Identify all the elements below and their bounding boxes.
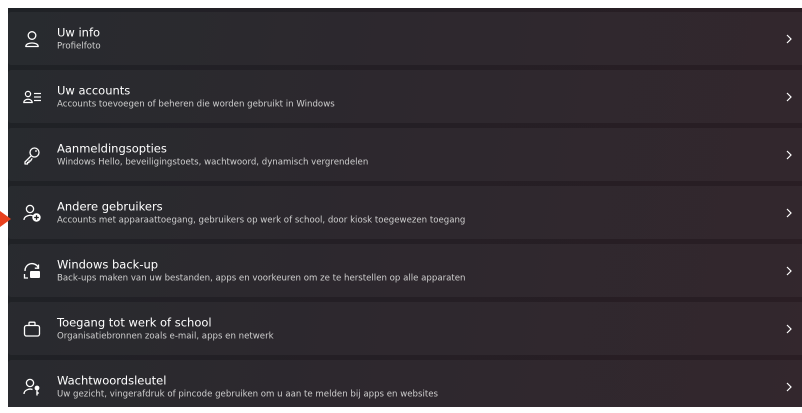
settings-item-title: Uw accounts	[57, 83, 131, 97]
key-icon	[22, 145, 42, 165]
settings-item-title: Toegang tot werk of school	[57, 315, 212, 329]
settings-item-windows-back-up[interactable]: Windows back-up Back-ups maken van uw be…	[8, 244, 802, 297]
chevron-right-icon	[786, 382, 792, 391]
passkey-icon	[22, 377, 42, 397]
settings-item-uw-info[interactable]: Uw info Profielfoto	[8, 12, 802, 65]
settings-item-title: Windows back-up	[57, 257, 159, 271]
settings-item-subtitle: Windows Hello, beveiligingstoets, wachtw…	[57, 157, 369, 167]
person-icon	[22, 29, 42, 49]
add-person-icon	[22, 203, 42, 223]
settings-item-subtitle: Accounts toevoegen of beheren die worden…	[57, 99, 335, 109]
chevron-right-icon	[786, 150, 792, 159]
settings-item-wachtwoordsleutel[interactable]: Wachtwoordsleutel Uw gezicht, vingerafdr…	[8, 360, 802, 413]
settings-item-aanmeldingsopties[interactable]: Aanmeldingsopties Windows Hello, beveili…	[8, 128, 802, 181]
briefcase-icon	[22, 319, 42, 339]
settings-item-subtitle: Uw gezicht, vingerafdruk of pincode gebr…	[57, 389, 438, 399]
settings-panel: Uw info Profielfoto Uw accounts Accounts…	[8, 8, 802, 413]
backup-icon	[22, 261, 42, 281]
settings-item-subtitle: Organisatiebronnen zoals e-mail, apps en…	[57, 331, 274, 341]
chevron-right-icon	[786, 324, 792, 333]
chevron-right-icon	[786, 92, 792, 101]
settings-item-toegang-werk-school[interactable]: Toegang tot werk of school Organisatiebr…	[8, 302, 802, 355]
people-list-icon	[22, 87, 42, 107]
settings-item-title: Wachtwoordsleutel	[57, 373, 167, 387]
settings-item-subtitle: Profielfoto	[57, 41, 101, 51]
settings-item-uw-accounts[interactable]: Uw accounts Accounts toevoegen of behere…	[8, 70, 802, 123]
settings-item-andere-gebruikers[interactable]: Andere gebruikers Accounts met apparaatt…	[8, 186, 802, 239]
chevron-right-icon	[786, 266, 792, 275]
chevron-right-icon	[786, 34, 792, 43]
settings-item-title: Uw info	[57, 25, 101, 39]
chevron-right-icon	[786, 208, 792, 217]
highlight-arrow-icon	[0, 211, 11, 227]
settings-item-subtitle: Accounts met apparaattoegang, gebruikers…	[57, 215, 466, 225]
settings-item-title: Aanmeldingsopties	[57, 141, 167, 155]
settings-item-title: Andere gebruikers	[57, 199, 163, 213]
settings-item-subtitle: Back-ups maken van uw bestanden, apps en…	[57, 273, 466, 283]
